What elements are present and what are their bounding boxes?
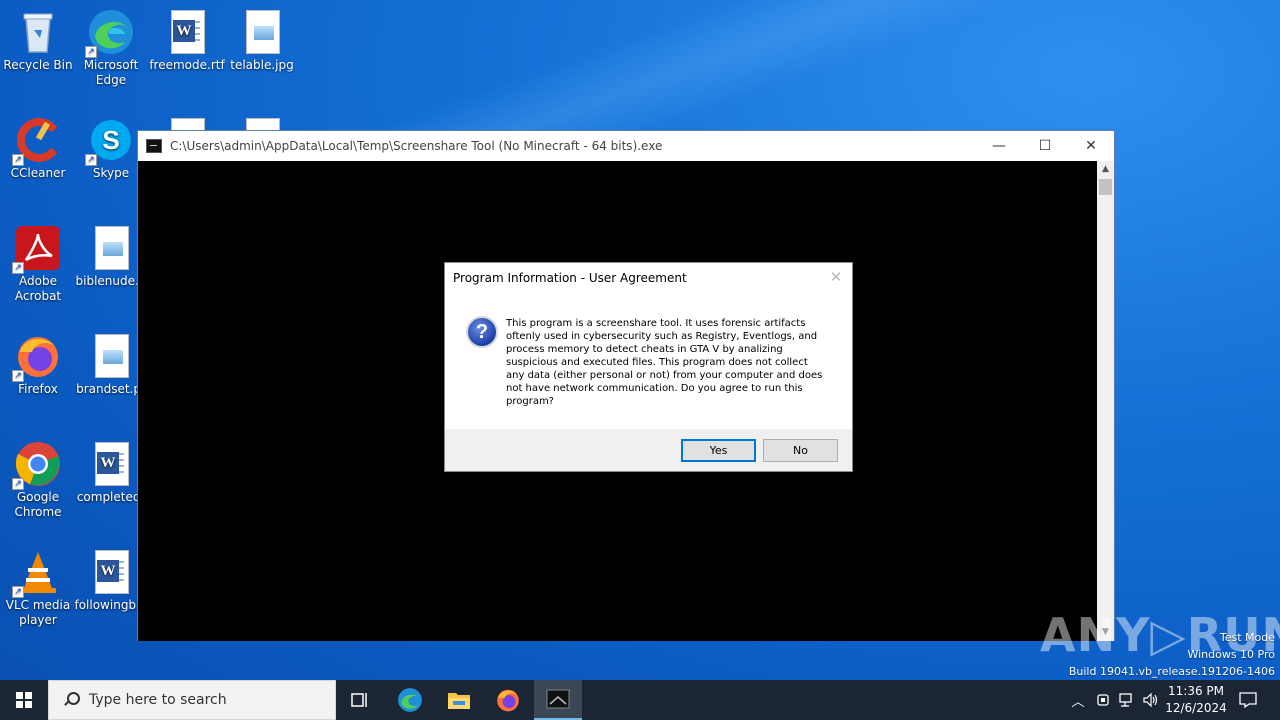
shortcut-arrow-icon: ↗ bbox=[85, 154, 97, 166]
desktop-icon-edge[interactable]: ↗ Microsoft Edge bbox=[73, 8, 149, 88]
desktop-icon-label: Firefox bbox=[18, 382, 58, 396]
speaker-icon bbox=[1143, 693, 1158, 707]
task-view-icon bbox=[351, 693, 367, 707]
minimize-button[interactable]: — bbox=[976, 131, 1022, 161]
chrome-icon: ↗ bbox=[12, 440, 62, 490]
firefox-icon: ↗ bbox=[12, 332, 62, 382]
desktop-icon-acrobat[interactable]: ↗ Adobe Acrobat bbox=[0, 224, 76, 304]
shortcut-arrow-icon: ↗ bbox=[12, 586, 24, 598]
shortcut-arrow-icon: ↗ bbox=[12, 262, 24, 274]
desktop-icon-label: Recycle Bin bbox=[3, 58, 73, 72]
desktop-icon-label: Adobe Acrobat bbox=[14, 274, 62, 303]
desktop-icon-telable[interactable]: telable.jpg bbox=[224, 8, 300, 73]
shortcut-arrow-icon: ↗ bbox=[12, 370, 24, 382]
maximize-button[interactable]: ☐ bbox=[1022, 131, 1068, 161]
build-text: Build 19041.vb_release.191206-1406 bbox=[1068, 665, 1275, 678]
word-doc-icon: W bbox=[163, 8, 211, 56]
taskbar-edge[interactable] bbox=[386, 680, 434, 720]
image-file-icon bbox=[87, 224, 135, 272]
yes-button[interactable]: Yes bbox=[681, 439, 756, 462]
scroll-up-icon[interactable]: ▲ bbox=[1097, 161, 1114, 178]
dialog-close-icon[interactable]: ✕ bbox=[826, 267, 846, 287]
console-titlebar[interactable]: C:\Users\admin\AppData\Local\Temp\Screen… bbox=[138, 131, 1114, 161]
device-icon bbox=[1097, 694, 1109, 706]
tray-volume-icon[interactable] bbox=[1140, 680, 1162, 720]
test-mode-text: Test Mode bbox=[1219, 631, 1275, 644]
system-info: Test Mode Windows 10 Pro Build 19041.vb_… bbox=[1069, 629, 1275, 680]
clock-time: 11:36 PM bbox=[1168, 684, 1224, 698]
ccleaner-icon: ↗ bbox=[12, 116, 62, 166]
desktop-icon-chrome[interactable]: ↗ Google Chrome bbox=[0, 440, 76, 520]
tray-device-icon[interactable] bbox=[1093, 680, 1113, 720]
image-file-icon bbox=[87, 332, 135, 380]
desktop-icon-hidden-file[interactable] bbox=[224, 116, 300, 130]
desktop-icon-firefox[interactable]: ↗ Firefox bbox=[0, 332, 76, 397]
vlc-icon: ↗ bbox=[12, 548, 62, 598]
desktop-icon-hidden-doc[interactable] bbox=[149, 116, 225, 130]
no-button[interactable]: No bbox=[763, 439, 838, 462]
desktop-icon-label: freemode.rtf bbox=[149, 58, 225, 72]
desktop-icon-recycle-bin[interactable]: Recycle Bin bbox=[0, 8, 76, 73]
skype-icon: S ↗ bbox=[85, 116, 135, 166]
dialog-footer: Yes No bbox=[445, 429, 852, 471]
image-file-icon bbox=[238, 116, 286, 130]
console-window-title: C:\Users\admin\AppData\Local\Temp\Screen… bbox=[170, 139, 663, 153]
question-icon: ? bbox=[466, 316, 498, 348]
shortcut-arrow-icon: ↗ bbox=[12, 478, 24, 490]
shortcut-arrow-icon: ↗ bbox=[12, 154, 24, 166]
notifications-button[interactable] bbox=[1234, 680, 1262, 720]
word-doc-icon bbox=[163, 116, 211, 130]
user-agreement-dialog: Program Information - User Agreement ✕ ?… bbox=[444, 262, 853, 472]
scroll-thumb[interactable] bbox=[1099, 179, 1112, 195]
svg-text:S: S bbox=[102, 125, 119, 155]
acrobat-icon: ↗ bbox=[12, 224, 62, 274]
tray-network-icon[interactable] bbox=[1116, 680, 1138, 720]
image-file-icon bbox=[238, 8, 286, 56]
desktop-icon-freemode[interactable]: W freemode.rtf bbox=[149, 8, 225, 73]
shortcut-arrow-icon: ↗ bbox=[85, 46, 97, 58]
word-doc-icon: W bbox=[87, 548, 135, 596]
windows-edition-text: Windows 10 Pro bbox=[1187, 648, 1275, 661]
network-icon bbox=[1119, 693, 1132, 707]
notification-icon bbox=[1239, 692, 1257, 708]
vertical-scrollbar[interactable]: ▲ ▼ bbox=[1097, 161, 1114, 641]
close-button[interactable]: ✕ bbox=[1068, 131, 1114, 161]
word-doc-icon: W bbox=[87, 440, 135, 488]
windows-logo-icon bbox=[16, 692, 32, 708]
desktop-icon-vlc[interactable]: ↗ VLC media player bbox=[0, 548, 76, 628]
desktop-icon-label: Google Chrome bbox=[14, 490, 62, 519]
taskbar: Type here to search ︿ 11:36 PM 12/6/2024 bbox=[0, 680, 1280, 720]
show-hidden-icons-button[interactable]: ︿ bbox=[1068, 680, 1088, 720]
desktop-icon-label: CCleaner bbox=[10, 166, 66, 180]
taskbar-clock[interactable]: 11:36 PM 12/6/2024 bbox=[1160, 683, 1232, 717]
edge-icon: ↗ bbox=[85, 8, 135, 58]
start-button[interactable] bbox=[0, 680, 48, 720]
edge-icon bbox=[398, 688, 422, 712]
console-app-icon bbox=[146, 139, 162, 153]
folder-icon bbox=[448, 693, 470, 709]
search-placeholder: Type here to search bbox=[89, 692, 227, 708]
taskbar-search-box[interactable]: Type here to search bbox=[48, 680, 336, 720]
desktop-icon-label: Microsoft Edge bbox=[83, 58, 139, 87]
search-icon bbox=[63, 692, 80, 708]
dialog-title: Program Information - User Agreement bbox=[453, 271, 687, 285]
dialog-message: This program is a screenshare tool. It u… bbox=[506, 318, 823, 407]
desktop-icon-label: VLC media player bbox=[5, 598, 71, 627]
task-view-button[interactable] bbox=[336, 680, 384, 720]
taskbar-firefox[interactable] bbox=[484, 680, 532, 720]
taskbar-console-app[interactable] bbox=[534, 680, 582, 720]
chevron-up-icon: ︿ bbox=[1071, 694, 1085, 710]
desktop-icon-label: telable.jpg bbox=[230, 58, 294, 72]
recycle-bin-icon bbox=[14, 8, 62, 56]
desktop-icon-ccleaner[interactable]: ↗ CCleaner bbox=[0, 116, 76, 181]
clock-date: 12/6/2024 bbox=[1165, 701, 1227, 715]
taskbar-file-explorer[interactable] bbox=[435, 680, 483, 720]
firefox-icon bbox=[497, 689, 519, 712]
console-app-icon bbox=[546, 689, 570, 709]
